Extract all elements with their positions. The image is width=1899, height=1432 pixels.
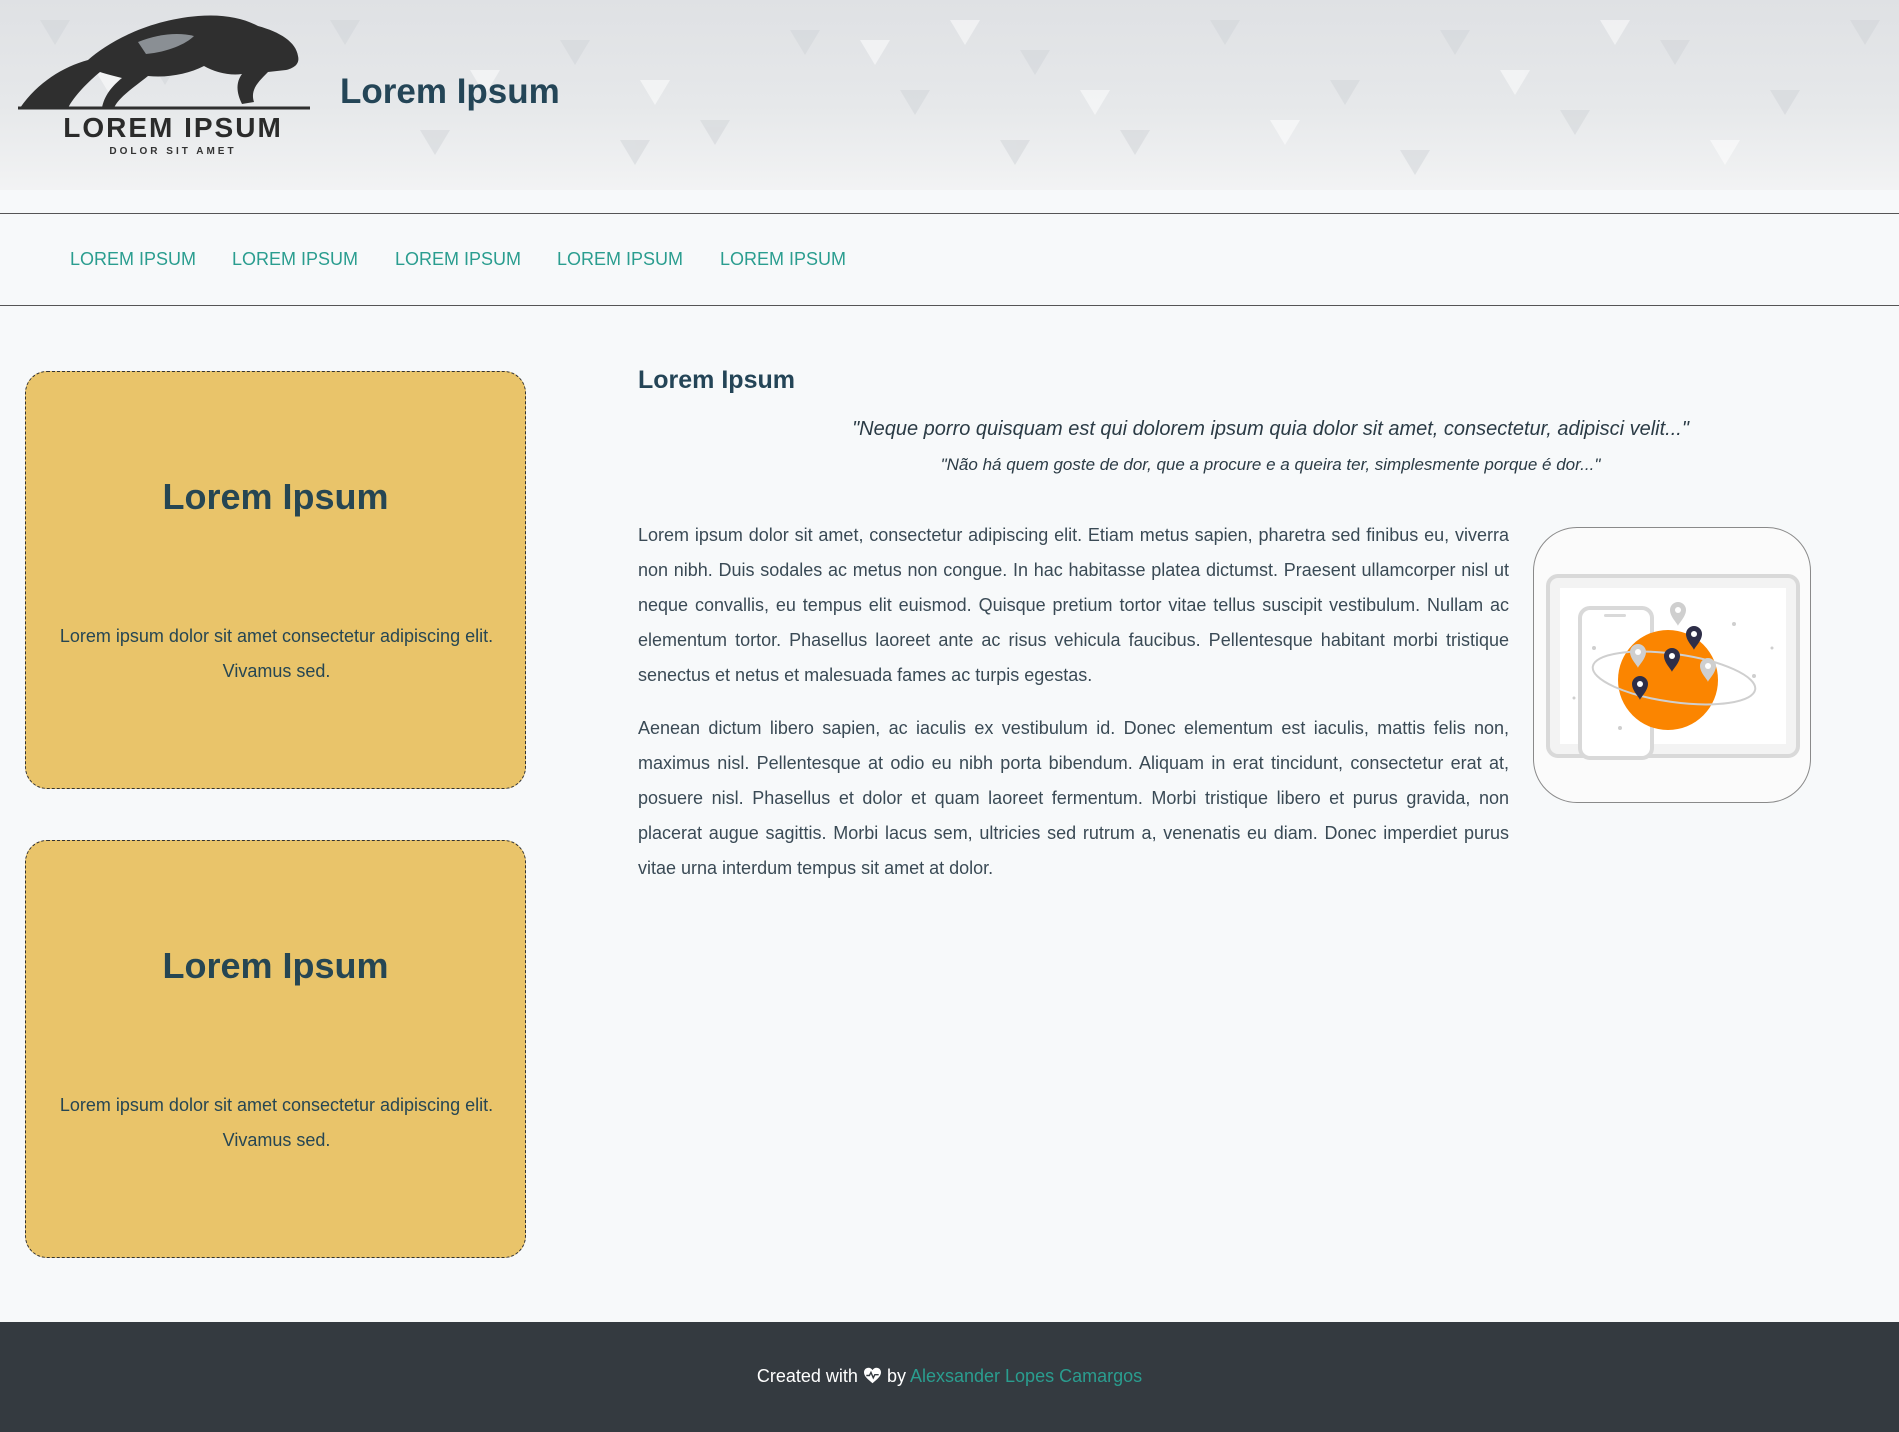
footer-by: by bbox=[886, 1366, 906, 1386]
info-card-2: Lorem Ipsum Lorem ipsum dolor sit amet c… bbox=[25, 840, 526, 1258]
map-location-illustration bbox=[1533, 527, 1811, 803]
author-link[interactable]: Alexsander Lopes Camargos bbox=[910, 1366, 1142, 1386]
quote-portuguese: "Não há quem goste de dor, que a procure… bbox=[940, 455, 1601, 474]
logo-title: LOREM IPSUM bbox=[63, 112, 283, 143]
heart-icon bbox=[863, 1367, 881, 1384]
card-title: Lorem Ipsum bbox=[162, 945, 389, 986]
article-title: Lorem Ipsum bbox=[638, 366, 795, 394]
footer-credit: Created with by Alexsander Lopes Camargo… bbox=[0, 1366, 1899, 1387]
nav-item-1[interactable]: LOREM IPSUM bbox=[70, 249, 196, 270]
info-card-1: Lorem Ipsum Lorem ipsum dolor sit amet c… bbox=[25, 371, 526, 789]
site-title: Lorem Ipsum bbox=[340, 72, 560, 111]
nav-item-5[interactable]: LOREM IPSUM bbox=[720, 249, 846, 270]
logo-subtitle: DOLOR SIT AMET bbox=[109, 146, 237, 157]
page-footer: Created with by Alexsander Lopes Camargo… bbox=[0, 1322, 1899, 1432]
location-map-graphic bbox=[1546, 574, 1800, 760]
quote-latin: "Neque porro quisquam est qui dolorem ip… bbox=[852, 418, 1689, 440]
card-text: Lorem ipsum dolor sit amet consectetur a… bbox=[59, 626, 494, 681]
site-logo[interactable]: LOREM IPSUM DOLOR SIT AMET bbox=[18, 12, 314, 162]
footer-created-with: Created with bbox=[756, 1366, 858, 1386]
article-paragraph-2: Aenean dictum libero sapien, ac iaculis … bbox=[638, 718, 1509, 878]
nav-item-4[interactable]: LOREM IPSUM bbox=[557, 249, 683, 270]
card-text: Lorem ipsum dolor sit amet consectetur a… bbox=[59, 1095, 494, 1150]
nav-item-2[interactable]: LOREM IPSUM bbox=[232, 249, 358, 270]
panther-icon bbox=[18, 15, 310, 110]
article-paragraph-1: Lorem ipsum dolor sit amet, consectetur … bbox=[638, 525, 1509, 685]
card-title: Lorem Ipsum bbox=[162, 476, 389, 517]
nav-item-3[interactable]: LOREM IPSUM bbox=[395, 249, 521, 270]
page-header: LOREM IPSUM DOLOR SIT AMET Lorem Ipsum bbox=[0, 0, 1899, 190]
main-navigation: LOREM IPSUM LOREM IPSUM LOREM IPSUM LORE… bbox=[0, 213, 1899, 306]
